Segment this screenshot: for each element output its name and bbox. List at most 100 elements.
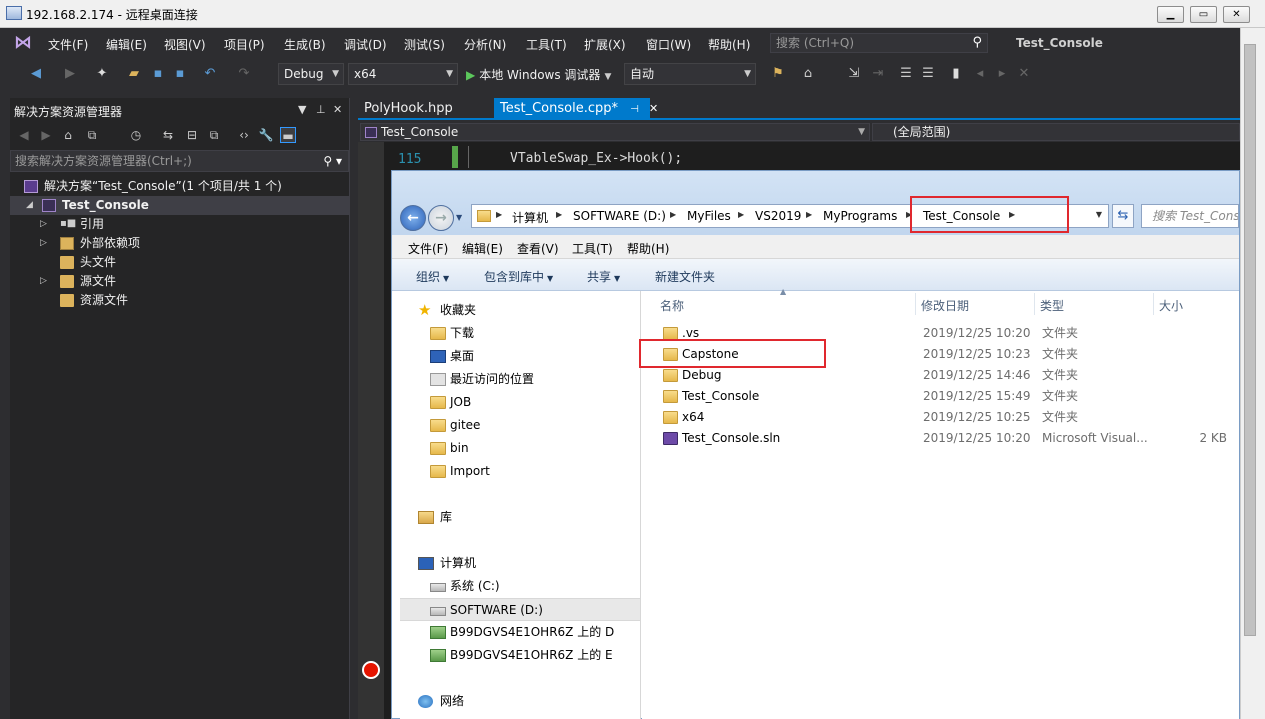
solution-explorer-search-input[interactable]: 搜索解决方案资源管理器(Ctrl+;) ⚲ ▾ — [10, 150, 349, 172]
properties-icon[interactable]: 🔧 — [258, 127, 274, 143]
file-row[interactable]: Test_Console 2019/12/25 15:49 文件夹 — [642, 386, 1239, 407]
nav-favorites[interactable]: ★ 收藏夹 — [400, 299, 640, 322]
breadcrumb-separator-icon[interactable]: ▶ — [496, 210, 502, 219]
forward-icon[interactable]: ▶ — [62, 66, 78, 82]
redo-icon[interactable]: ↷ — [236, 66, 252, 82]
save-all-icon[interactable]: ▪ — [172, 66, 188, 82]
column-divider[interactable] — [1153, 293, 1154, 315]
collapse-all-icon[interactable]: ⊟ — [184, 127, 200, 143]
step-over-icon[interactable]: ⇥ — [870, 66, 886, 82]
menu-tools[interactable]: 工具(T) — [572, 240, 613, 257]
column-header-name[interactable]: 名称 — [660, 297, 684, 314]
tree-item-external-deps[interactable]: ▷ 外部依赖项 — [10, 234, 350, 253]
tree-item-references[interactable]: ▷ ▪■ 引用 — [10, 215, 350, 234]
nav-gitee[interactable]: gitee — [400, 414, 640, 437]
home-icon[interactable]: ⌂ — [60, 127, 76, 143]
bookmark-icon[interactable]: ▮ — [948, 66, 964, 82]
forward-button[interactable]: → — [428, 205, 454, 231]
show-all-files-icon[interactable]: ⧉ — [206, 127, 222, 143]
panel-menu-icon[interactable]: ▼ — [298, 103, 306, 116]
expand-arrow-icon[interactable]: ▷ — [40, 234, 47, 253]
breadcrumb-myfiles[interactable]: MyFiles — [687, 209, 731, 223]
nav-import[interactable]: Import — [400, 460, 640, 483]
nav-job[interactable]: JOB — [400, 391, 640, 414]
column-header-size[interactable]: 大小 — [1159, 297, 1183, 314]
menu-window[interactable]: 窗口(W) — [646, 36, 691, 53]
menu-help[interactable]: 帮助(H) — [708, 36, 750, 53]
back-icon[interactable]: ◀ — [16, 127, 32, 143]
tree-item-project[interactable]: ◢ Test_Console — [10, 196, 350, 215]
pin-icon[interactable]: ⊥ — [316, 103, 326, 116]
menu-file[interactable]: 文件(F) — [48, 36, 88, 53]
file-row[interactable]: x64 2019/12/25 10:25 文件夹 — [642, 407, 1239, 428]
scrollbar-thumb[interactable] — [1244, 44, 1256, 636]
nav-bin[interactable]: bin — [400, 437, 640, 460]
prev-bookmark-icon[interactable]: ◂ — [972, 66, 988, 82]
nav-network-drive-e[interactable]: B99DGVS4E1OHR6Z 上的 E — [400, 644, 640, 667]
column-header-type[interactable]: 类型 — [1040, 297, 1064, 314]
save-icon[interactable]: ▪ — [150, 66, 166, 82]
refresh-button[interactable]: ⇆ — [1112, 204, 1134, 228]
menu-view[interactable]: 视图(V) — [164, 36, 206, 53]
new-folder-button[interactable]: 新建文件夹 — [655, 268, 715, 285]
column-header-date-modified[interactable]: 修改日期 — [921, 297, 969, 314]
tree-item-resource-files[interactable]: 资源文件 — [10, 291, 350, 310]
breadcrumb-vs2019[interactable]: VS2019 — [755, 209, 801, 223]
nav-drive-c[interactable]: 系统 (C:) — [400, 575, 640, 598]
column-divider[interactable] — [1034, 293, 1035, 315]
solution-configuration-select[interactable]: Debug ▼ — [278, 63, 344, 85]
close-button[interactable]: ✕ — [1223, 6, 1250, 23]
expand-arrow-icon[interactable]: ▷ — [40, 272, 47, 291]
nav-libraries[interactable]: 库 — [400, 506, 640, 529]
include-in-library-button[interactable]: 包含到库中 ▼ — [484, 268, 553, 285]
nav-computer[interactable]: 计算机 — [400, 552, 640, 575]
nav-downloads[interactable]: 下载 — [400, 322, 640, 345]
nav-network[interactable]: 网络 — [400, 690, 640, 713]
tree-item-solution[interactable]: 解决方案“Test_Console”(1 个项目/共 1 个) — [10, 177, 350, 196]
collapse-arrow-icon[interactable]: ◢ — [26, 196, 33, 215]
sync-icon[interactable]: ⇆ — [160, 127, 176, 143]
undo-icon[interactable]: ↶ — [202, 66, 218, 82]
breadcrumb-separator-icon[interactable]: ▶ — [806, 210, 812, 219]
tree-item-header-files[interactable]: 头文件 — [10, 253, 350, 272]
find-in-files-icon[interactable]: ⚑ — [770, 66, 786, 82]
pin-tab-icon[interactable]: ⊣ — [630, 104, 639, 115]
breadcrumb-computer[interactable]: 计算机 — [512, 209, 548, 226]
breadcrumb-software-d[interactable]: SOFTWARE (D:) — [573, 209, 666, 223]
forward-icon[interactable]: ▶ — [38, 127, 54, 143]
minimize-button[interactable]: ▁ — [1157, 6, 1184, 23]
vs-search-input[interactable]: 搜索 (Ctrl+Q) ⚲ — [770, 33, 988, 53]
preview-selected-icon[interactable]: ▬ — [280, 127, 296, 143]
pending-changes-icon[interactable]: ◷ — [128, 127, 144, 143]
step-icon[interactable]: ⇲ — [846, 66, 862, 82]
tab-polyhook-hpp[interactable]: PolyHook.hpp — [358, 98, 494, 120]
nav-network-drive-d[interactable]: B99DGVS4E1OHR6Z 上的 D — [400, 621, 640, 644]
menu-build[interactable]: 生成(B) — [284, 36, 326, 53]
menu-test[interactable]: 测试(S) — [404, 36, 445, 53]
close-tab-icon[interactable]: ✕ — [649, 102, 658, 115]
open-file-icon[interactable]: ▰ — [126, 66, 142, 82]
start-debugging-button[interactable]: ▶ 本地 Windows 调试器 ▼ — [466, 66, 611, 83]
clear-bookmarks-icon[interactable]: ✕ — [1016, 66, 1032, 82]
comment-icon[interactable]: ☰ — [898, 66, 914, 82]
nav-recent-places[interactable]: 最近访问的位置 — [400, 368, 640, 391]
tree-item-source-files[interactable]: ▷ 源文件 — [10, 272, 350, 291]
address-history-dropdown-icon[interactable]: ▼ — [1096, 210, 1102, 219]
file-row[interactable]: Test_Console.sln 2019/12/25 10:20 Micros… — [642, 428, 1239, 449]
menu-debug[interactable]: 调试(D) — [344, 36, 387, 53]
file-row[interactable]: Debug 2019/12/25 14:46 文件夹 — [642, 365, 1239, 386]
project-scope-select[interactable]: Test_Console ▼ — [360, 123, 870, 141]
switch-views-icon[interactable]: ⧉ — [84, 127, 100, 143]
menu-extensions[interactable]: 扩展(X) — [584, 36, 626, 53]
debug-mode-select[interactable]: 自动 ▼ — [624, 63, 756, 85]
menu-view[interactable]: 查看(V) — [517, 240, 559, 257]
solution-platform-select[interactable]: x64 ▼ — [348, 63, 458, 85]
back-icon[interactable]: ◀ — [28, 66, 44, 82]
nav-drive-d[interactable]: SOFTWARE (D:) — [400, 598, 640, 621]
next-bookmark-icon[interactable]: ▸ — [994, 66, 1010, 82]
uncomment-icon[interactable]: ☰ — [920, 66, 936, 82]
menu-analyze[interactable]: 分析(N) — [464, 36, 506, 53]
column-divider[interactable] — [915, 293, 916, 315]
share-button[interactable]: 共享 ▼ — [587, 268, 620, 285]
menu-edit[interactable]: 编辑(E) — [106, 36, 147, 53]
